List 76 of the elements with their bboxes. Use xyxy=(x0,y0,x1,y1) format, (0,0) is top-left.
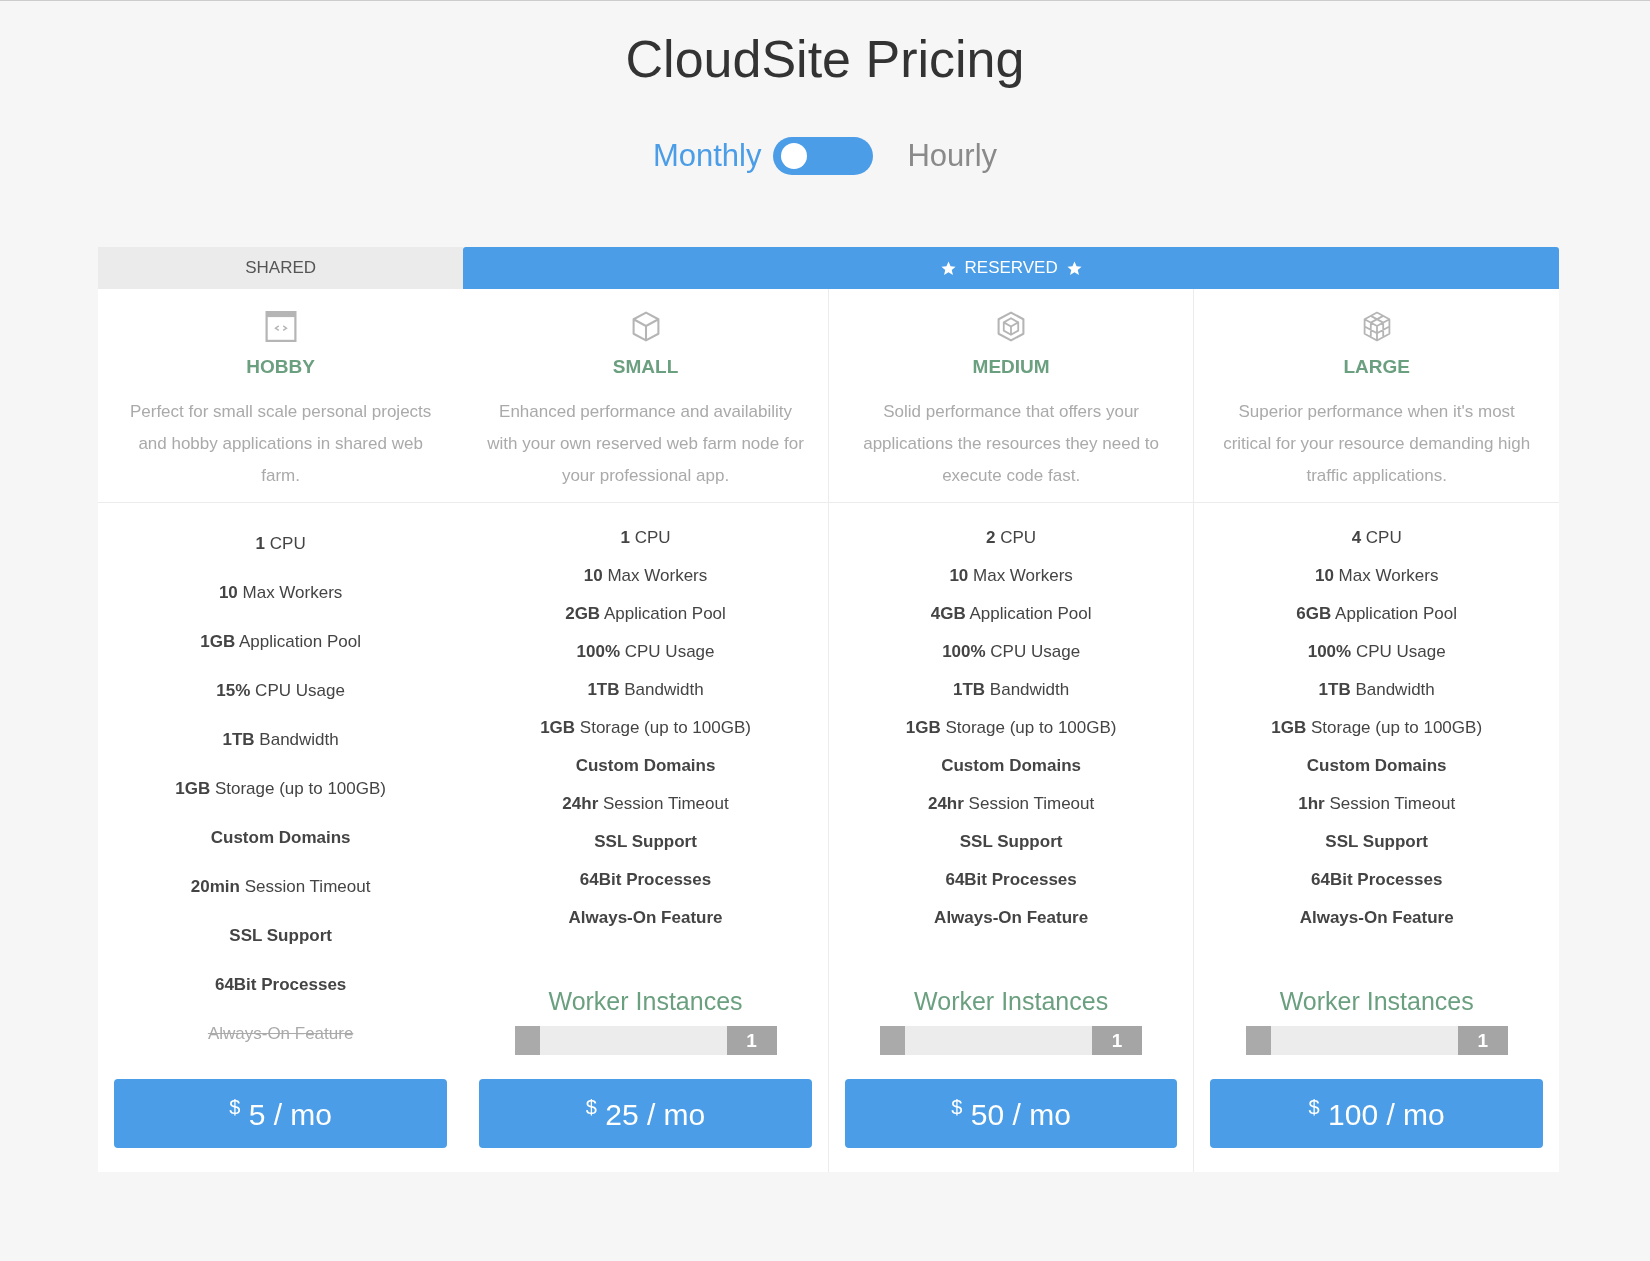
feature-item: 1GB Application Pool xyxy=(200,631,361,653)
feature-item: 1TB Bandwidth xyxy=(222,729,339,751)
price-button[interactable]: $^{$}$ 5 / mo xyxy=(114,1079,448,1148)
slider-thumb[interactable] xyxy=(1245,1026,1271,1055)
feature-item: 10 Max Workers xyxy=(218,582,343,604)
plan-description: Enhanced performance and availability with your own reserved web farm node for your professional app. xyxy=(486,401,805,487)
price-button[interactable]: $^{$}$ 50 / mo xyxy=(844,1079,1178,1148)
instance-slider[interactable]: 1 xyxy=(514,1026,777,1055)
slider-label: Worker Instances xyxy=(548,987,743,1016)
feature-item: 1GB Storage (up to 100GB) xyxy=(540,717,751,739)
feature-item: Custom Domains xyxy=(210,827,351,849)
plan-name: HOBBY xyxy=(246,356,315,378)
billing-option[interactable]: Monthly xyxy=(652,138,762,174)
plan-name: MEDIUM xyxy=(972,356,1050,378)
feature-item: Custom Domains xyxy=(575,755,716,777)
feature-item: 1TB Bandwidth xyxy=(1318,679,1435,701)
feature-item: 1hr Session Timeout xyxy=(1298,793,1456,815)
feature-item: 6GB Application Pool xyxy=(1296,603,1457,625)
feature-item: SSL Support xyxy=(1325,831,1428,853)
feature-item: 1TB Bandwidth xyxy=(953,679,1070,701)
billing-option[interactable]: Hourly xyxy=(907,138,998,174)
page-title: CloudSite Pricing xyxy=(624,29,1026,89)
feature-item: 2GB Application Pool xyxy=(565,603,726,625)
feature-item: Always-On Feature xyxy=(568,907,723,929)
plan-description: Perfect for small scale personal projects and hobby applications in shared web farm. xyxy=(128,401,433,487)
feature-item: Always-On Feature xyxy=(207,1023,354,1045)
feature-item: 64Bit Processes xyxy=(1311,869,1443,891)
slider-thumb[interactable] xyxy=(880,1026,906,1055)
slider-thumb[interactable] xyxy=(514,1026,540,1055)
feature-item: 1GB Storage (up to 100GB) xyxy=(905,717,1117,739)
slider-label: Worker Instances xyxy=(1279,987,1474,1016)
slider-value: 1 xyxy=(1092,1026,1143,1055)
feature-item: SSL Support xyxy=(959,831,1063,853)
feature-item: 1 CPU xyxy=(620,527,671,549)
plan-description: Solid performance that offers your applications the resources they need to execute code fast. xyxy=(862,401,1160,487)
feature-item: 15% CPU Usage xyxy=(216,680,345,702)
feature-item: 64Bit Processes xyxy=(579,869,712,891)
plan-name: LARGE xyxy=(1343,356,1410,378)
price-button[interactable]: $^{$}$ 25 / mo xyxy=(479,1079,812,1148)
feature-item: 4 CPU xyxy=(1351,527,1402,549)
feature-item: 64Bit Processes xyxy=(214,974,347,996)
feature-item: Custom Domains xyxy=(941,755,1081,777)
instance-slider[interactable]: 1 xyxy=(880,1026,1143,1055)
feature-item: SSL Support xyxy=(594,831,697,853)
plan-name: SMALL xyxy=(612,356,679,378)
feature-item: 100% CPU Usage xyxy=(576,641,715,663)
price-button[interactable]: $^{$}$ 100 / mo xyxy=(1210,1079,1543,1148)
feature-item: Custom Domains xyxy=(1306,755,1447,777)
feature-item: Always-On Feature xyxy=(934,907,1089,929)
plan-description: Superior performance when it's most critical for your resource demanding high traffic applications. xyxy=(1222,401,1532,487)
feature-item: 20min Session Timeout xyxy=(190,876,371,898)
group-label: SHARED xyxy=(245,258,317,278)
instance-slider[interactable]: 1 xyxy=(1245,1026,1508,1055)
feature-item: 64Bit Processes xyxy=(945,869,1077,891)
group-label: RESERVED xyxy=(964,258,1058,278)
feature-item: 2 CPU xyxy=(986,527,1037,549)
feature-item: 24hr Session Timeout xyxy=(927,793,1095,815)
star-icon xyxy=(939,259,957,277)
feature-item: 100% CPU Usage xyxy=(942,641,1081,663)
slider-value: 1 xyxy=(726,1026,777,1055)
feature-item: 10 Max Workers xyxy=(583,565,708,587)
feature-item: 10 Max Workers xyxy=(949,565,1073,587)
slider-value: 1 xyxy=(1457,1026,1508,1055)
feature-item: 1TB Bandwidth xyxy=(587,679,704,701)
slider-label: Worker Instances xyxy=(914,987,1109,1016)
feature-item: 24hr Session Timeout xyxy=(562,793,729,815)
feature-item: 10 Max Workers xyxy=(1314,565,1439,587)
feature-item: 1GB Storage (up to 100GB) xyxy=(1271,717,1483,739)
feature-item: 4GB Application Pool xyxy=(930,603,1092,625)
feature-item: Always-On Feature xyxy=(1299,907,1454,929)
feature-item: 1GB Storage (up to 100GB) xyxy=(175,778,386,800)
feature-item: 1 CPU xyxy=(255,533,306,555)
feature-item: 100% CPU Usage xyxy=(1307,641,1446,663)
star-icon xyxy=(1065,259,1083,277)
billing-toggle[interactable] xyxy=(773,137,874,175)
feature-item: SSL Support xyxy=(229,925,332,947)
